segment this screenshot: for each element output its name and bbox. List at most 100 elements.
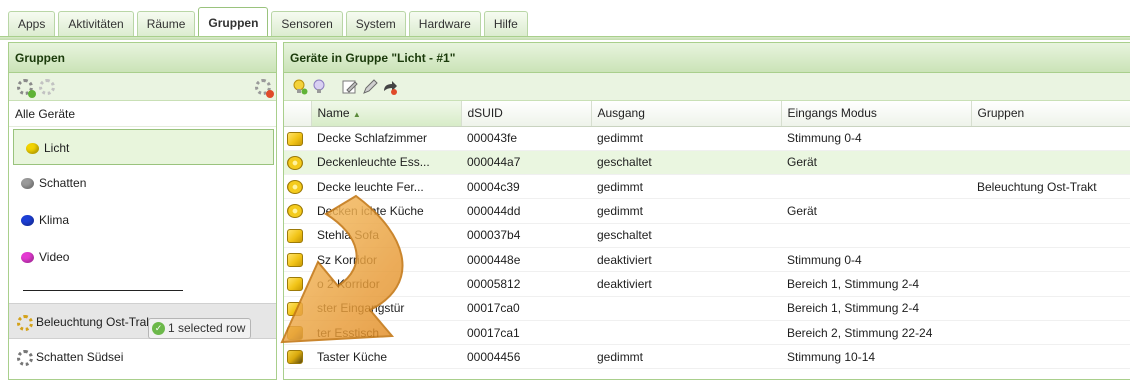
table-row[interactable]: Decke Schlafzimmer 000043fe gedimmt Stimmun… <box>284 126 1130 151</box>
redo-arrow-icon[interactable] <box>382 79 398 95</box>
group-item-licht[interactable]: Licht <box>13 129 274 165</box>
cell-dsuid: 00017ca1 <box>461 320 591 346</box>
cell-ausgang: gedimmt <box>591 344 781 370</box>
cluster-gear-icon <box>17 349 33 366</box>
row-icon-cell <box>284 271 311 297</box>
cell-dsuid: 000044dd <box>461 198 591 224</box>
group-item-label: Licht <box>44 141 70 155</box>
cell-name: Sz Korridor <box>311 247 461 273</box>
cell-name: ter Esstisch <box>311 320 461 346</box>
remove-device-bulb-icon[interactable] <box>312 79 328 95</box>
table-row[interactable]: ster Eingangstür 00017ca0 Bereich 1, Stimm… <box>284 296 1130 321</box>
devices-toolbar <box>284 73 1130 101</box>
selection-status-text: 1 selected row <box>168 321 246 335</box>
row-icon-cell <box>284 198 311 224</box>
cell-name: Stehla Sofa <box>311 223 461 248</box>
devices-table-body: Decke Schlafzimmer 000043fe gedimmt Stimmun… <box>284 126 1130 370</box>
cell-dsuid: 00004456 <box>461 344 591 370</box>
cell-ausgang: geschaltet <box>591 150 781 176</box>
device-cube-icon <box>287 301 303 316</box>
tab-gruppen[interactable]: Gruppen <box>198 7 269 36</box>
cluster-item-label: Schatten Südsei <box>36 350 124 364</box>
tab-apps[interactable]: Apps <box>8 11 56 36</box>
tab-hilfe[interactable]: Hilfe <box>483 11 528 36</box>
cell-gruppen <box>971 271 1130 297</box>
column-header-label: Name <box>317 106 350 121</box>
group-separator <box>23 290 183 291</box>
cell-name: Decke Schlafzimmer <box>311 126 461 151</box>
check-icon: ✓ <box>152 322 165 336</box>
cell-eingangs-modus: Stimmung 0-4 <box>781 126 971 151</box>
column-header-name[interactable]: Name ▲ <box>311 101 462 127</box>
devices-table: Name ▲ dSUID Ausgang Eingangs Modus Grup… <box>284 101 1130 370</box>
add-device-bulb-icon[interactable] <box>292 79 308 95</box>
cell-ausgang: gedimmt <box>591 198 781 224</box>
device-cube-icon <box>287 277 303 292</box>
tab-hardware[interactable]: Hardware <box>408 11 481 36</box>
row-icon-cell <box>284 126 311 151</box>
cell-ausgang: deaktiviert <box>591 271 781 297</box>
tab-raeume[interactable]: Räume <box>136 11 196 36</box>
cell-name: Decke leuchte Fer... <box>311 174 461 200</box>
row-icon-cell <box>284 344 311 370</box>
cell-name: Deckenleuchte Ess... <box>311 150 461 176</box>
table-row[interactable]: Sz Korridor 0000448e deaktiviert Stimmung 0… <box>284 247 1130 273</box>
cell-eingangs-modus: Stimmung 10-14 <box>781 344 971 370</box>
icon-column-header <box>284 101 312 127</box>
edit-sheet-icon[interactable] <box>342 79 358 95</box>
cell-dsuid: 0000448e <box>461 247 591 273</box>
cell-name: o 2 Korridor <box>311 271 461 297</box>
table-row[interactable]: Deckenleuchte Ess... 000044a7 geschaltet Ge… <box>284 150 1130 176</box>
group-item-klima[interactable]: Klima <box>9 202 276 239</box>
groups-panel-title: Gruppen <box>9 43 276 73</box>
column-header-dsuid[interactable]: dSUID <box>461 101 592 127</box>
cluster-item-label: Beleuchtung Ost-Trakt <box>36 315 156 329</box>
group-item-label: Video <box>39 250 70 264</box>
row-icon-cell <box>284 296 311 321</box>
device-cube-icon <box>287 155 303 170</box>
cell-ausgang: deaktiviert <box>591 247 781 273</box>
column-header-ausgang[interactable]: Ausgang <box>591 101 782 127</box>
cell-gruppen <box>971 223 1130 248</box>
cell-gruppen <box>971 344 1130 370</box>
cell-ausgang: gedimmt <box>591 126 781 151</box>
pencil-icon[interactable] <box>362 79 378 95</box>
tab-sensoren[interactable]: Sensoren <box>271 11 343 36</box>
column-header-gruppen[interactable]: Gruppen <box>971 101 1130 127</box>
group-item-schatten[interactable]: Schatten <box>9 165 276 202</box>
cell-eingangs-modus: Bereich 2, Stimmung 22-24 <box>781 320 971 346</box>
blue-dot-icon <box>21 215 34 227</box>
cluster-item-schatten[interactable]: Schatten Südsei <box>9 339 276 375</box>
tab-aktivitaeten[interactable]: Aktivitäten <box>58 11 134 36</box>
cell-gruppen <box>971 296 1130 321</box>
devices-panel-title: Geräte in Gruppe "Licht - #1" <box>284 43 1130 73</box>
cell-gruppen <box>971 150 1130 176</box>
group-item-label: Schatten <box>39 176 87 190</box>
cell-name: Taster Küche <box>311 344 461 370</box>
cell-dsuid: 00005812 <box>461 271 591 297</box>
group-item-video[interactable]: Video <box>9 239 276 276</box>
tab-bar-divider <box>0 36 1130 40</box>
table-row[interactable]: Stehla Sofa 000037b4 geschaltet <box>284 223 1130 248</box>
table-row[interactable]: Decken ichte Küche 000044dd gedimmt Gerät <box>284 198 1130 224</box>
cell-ausgang: gedimmt <box>591 174 781 200</box>
cell-eingangs-modus: Stimmung 0-4 <box>781 247 971 273</box>
add-group-gear-icon[interactable] <box>17 79 36 98</box>
device-cube-icon <box>287 325 303 340</box>
tab-system[interactable]: System <box>345 11 406 36</box>
table-row[interactable]: o 2 Korridor 00005812 deaktiviert Bereich 1… <box>284 271 1130 297</box>
cell-name: Decken ichte Küche <box>311 198 461 224</box>
edit-group-gear-icon[interactable] <box>39 79 55 95</box>
yellow-dot-icon <box>26 143 39 155</box>
table-row[interactable]: ter Esstisch 00017ca1 Bereich 2, Stimmung … <box>284 320 1130 346</box>
device-cube-icon <box>287 253 303 268</box>
column-header-eingangs-modus[interactable]: Eingangs Modus <box>781 101 972 127</box>
group-item-label: Klima <box>39 213 70 227</box>
device-cube-icon <box>287 228 303 243</box>
table-row[interactable]: Decke leuchte Fer... 00004c39 gedimmt Beleu… <box>284 174 1130 200</box>
all-devices-item[interactable]: Alle Geräte <box>9 101 276 127</box>
cell-gruppen <box>971 320 1130 346</box>
device-cube-icon <box>287 204 303 219</box>
delete-group-gear-icon[interactable] <box>255 79 274 98</box>
table-row[interactable]: Taster Küche 00004456 gedimmt Stimmung 10-1… <box>284 344 1130 370</box>
